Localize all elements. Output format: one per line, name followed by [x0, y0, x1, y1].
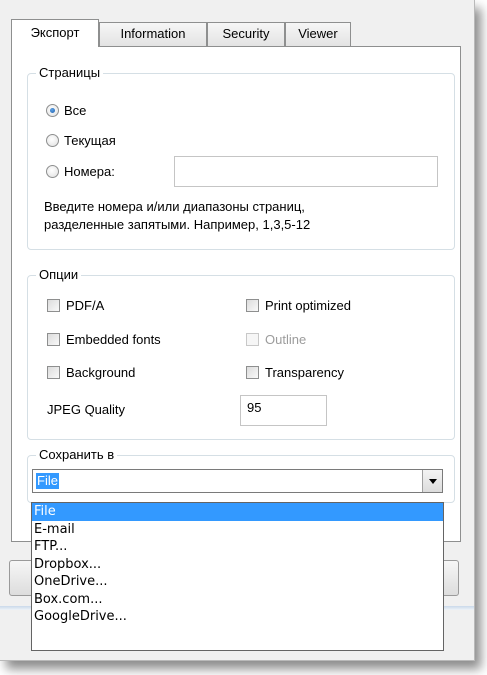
pages-group-title: Страницы [36, 65, 104, 81]
save-to-combobox[interactable]: File [32, 469, 443, 493]
tab-security[interactable]: Security [207, 22, 285, 46]
radio-all-row[interactable]: Все [46, 103, 86, 118]
background-checkbox[interactable] [47, 366, 60, 379]
dropdown-item-email[interactable]: E-mail [32, 521, 443, 539]
radio-all-label: Все [64, 103, 87, 118]
dropdown-item-boxcom[interactable]: Box.com... [32, 591, 443, 609]
embedded-fonts-row[interactable]: Embedded fonts [47, 332, 161, 347]
tab-export[interactable]: Экспорт [11, 19, 99, 47]
pdfa-checkbox[interactable] [47, 299, 60, 312]
save-to-group-title: Сохранить в [36, 447, 118, 463]
pages-hint-line2: разделенные запятыми. Например, 1,3,5-12 [44, 217, 311, 232]
radio-all[interactable] [46, 104, 59, 117]
pdfa-label: PDF/A [66, 298, 105, 313]
pages-hint-line1: Введите номера и/или диапазоны страниц, [44, 199, 305, 214]
transparency-checkbox[interactable] [246, 366, 259, 379]
outline-row: Outline [246, 332, 306, 347]
tab-information[interactable]: Information [99, 22, 207, 46]
jpeg-quality-input[interactable]: 95 [240, 395, 327, 426]
dropdown-item-file[interactable]: File [32, 503, 443, 521]
print-optimized-checkbox[interactable] [246, 299, 259, 312]
radio-numbers[interactable] [46, 165, 59, 178]
options-group-title: Опции [36, 267, 82, 283]
save-to-dropdown-list: File E-mail FTP... Dropbox... OneDrive..… [31, 502, 444, 651]
tab-viewer[interactable]: Viewer [285, 22, 351, 46]
radio-current[interactable] [46, 134, 59, 147]
dropdown-item-onedrive[interactable]: OneDrive... [32, 573, 443, 591]
dropdown-item-dropbox[interactable]: Dropbox... [32, 556, 443, 574]
radio-current-row[interactable]: Текущая [46, 133, 116, 148]
pdfa-row[interactable]: PDF/A [47, 298, 104, 313]
outline-label: Outline [265, 332, 307, 347]
radio-current-label: Текущая [64, 133, 116, 148]
export-dialog: Экспорт Information Security Viewer Стра… [0, 0, 475, 661]
save-to-selected-value: File [36, 473, 59, 489]
transparency-label: Transparency [265, 365, 344, 380]
background-label: Background [66, 365, 136, 380]
page-numbers-input[interactable] [174, 156, 438, 187]
radio-numbers-label: Номера: [64, 164, 115, 179]
outline-checkbox [246, 333, 259, 346]
print-optimized-label: Print optimized [265, 298, 351, 313]
embedded-fonts-checkbox[interactable] [47, 333, 60, 346]
embedded-fonts-label: Embedded fonts [66, 332, 161, 347]
radio-numbers-row[interactable]: Номера: [46, 164, 115, 179]
dropdown-item-googledrive[interactable]: GoogleDrive... [32, 608, 443, 626]
transparency-row[interactable]: Transparency [246, 365, 344, 380]
chevron-down-icon[interactable] [422, 470, 442, 492]
print-optimized-row[interactable]: Print optimized [246, 298, 351, 313]
background-row[interactable]: Background [47, 365, 135, 380]
jpeg-quality-label: JPEG Quality [47, 402, 126, 417]
dropdown-item-ftp[interactable]: FTP... [32, 538, 443, 556]
